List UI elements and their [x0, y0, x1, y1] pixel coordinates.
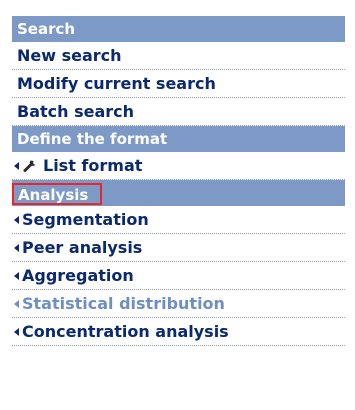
menu-item-label: Statistical distribution [22, 294, 225, 313]
section-header-analysis: Analysis [12, 180, 345, 206]
menu-item-list-format[interactable]: List format [12, 152, 345, 180]
wrench-icon [23, 160, 36, 172]
arrow-left-icon [14, 327, 19, 336]
arrow-left-icon [14, 161, 19, 170]
menu-item-label: New search [17, 46, 122, 65]
menu-item-aggregation[interactable]: Aggregation [12, 262, 345, 290]
navigation-menu: Search New search Modify current search … [12, 16, 345, 346]
menu-item-modify-current-search[interactable]: Modify current search [12, 70, 345, 98]
menu-item-peer-analysis[interactable]: Peer analysis [12, 234, 345, 262]
menu-item-segmentation[interactable]: Segmentation [12, 206, 345, 234]
menu-item-label: Batch search [17, 102, 135, 121]
menu-item-label: List format [43, 156, 143, 175]
section-header-search: Search [12, 16, 345, 42]
menu-item-label: Aggregation [22, 266, 134, 285]
arrow-left-icon [14, 243, 19, 252]
menu-item-label: Modify current search [17, 74, 216, 93]
section-header-define-format: Define the format [12, 126, 345, 152]
menu-item-new-search[interactable]: New search [12, 42, 345, 70]
menu-item-statistical-distribution: Statistical distribution [12, 290, 345, 318]
menu-item-label: Peer analysis [22, 238, 143, 257]
arrow-left-icon [14, 299, 19, 308]
menu-item-label: Concentration analysis [22, 322, 229, 341]
menu-item-concentration-analysis[interactable]: Concentration analysis [12, 318, 345, 346]
analysis-highlight-box: Analysis [12, 183, 103, 205]
menu-item-label: Segmentation [22, 210, 149, 229]
menu-item-batch-search[interactable]: Batch search [12, 98, 345, 126]
arrow-left-icon [14, 215, 19, 224]
arrow-left-icon [14, 271, 19, 280]
